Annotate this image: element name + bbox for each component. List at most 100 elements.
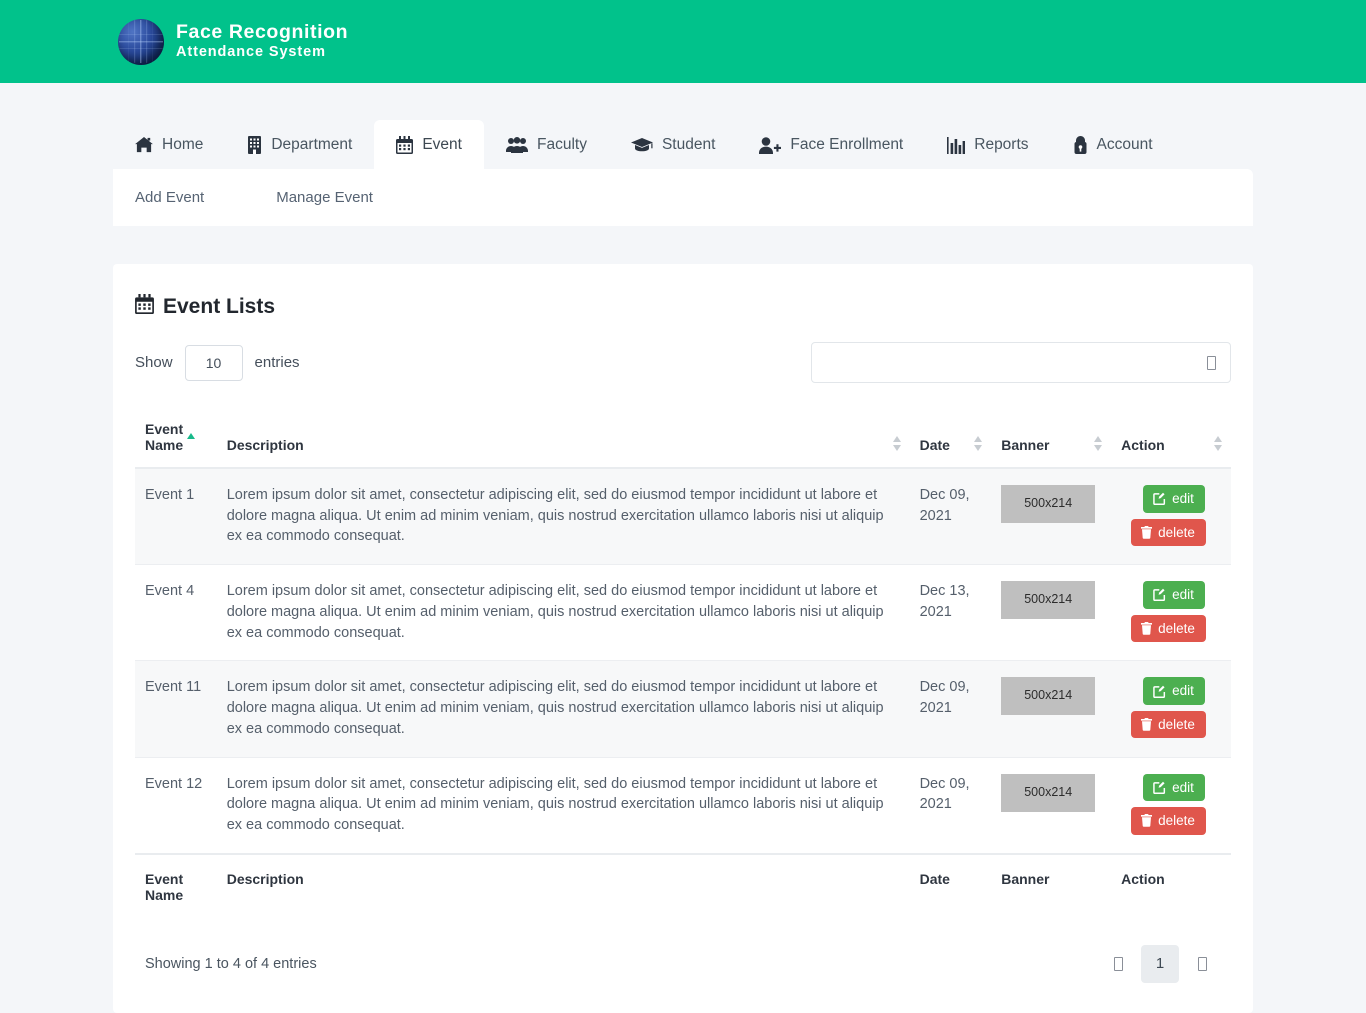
search-icon	[1207, 355, 1216, 370]
column-header-date[interactable]: Date	[909, 411, 992, 469]
tab-face-enrollment[interactable]: Face Enrollment	[737, 120, 925, 169]
brand-title: Face Recognition	[176, 21, 349, 44]
banner-placeholder: 500x214	[1001, 677, 1096, 716]
column-header-date-label: Date	[919, 437, 950, 453]
tab-department-label: Department	[271, 136, 353, 153]
cell-action: edit delete	[1111, 468, 1231, 565]
tab-event[interactable]: Event	[374, 120, 484, 169]
column-header-event-name-label: Event Name	[145, 421, 184, 453]
cell-event-name: Event 1	[145, 487, 195, 503]
pen-square-icon	[1153, 685, 1166, 698]
delete-button[interactable]: delete	[1131, 807, 1206, 835]
edit-button[interactable]: edit	[1143, 581, 1205, 609]
tab-department[interactable]: Department	[225, 120, 374, 169]
table-controls: Show entries	[135, 342, 1231, 383]
show-label: Show	[135, 354, 173, 371]
cell-event-name: Event 11	[135, 660, 217, 758]
sort-icon	[974, 436, 983, 451]
event-subnav: Add Event Manage Event	[113, 169, 1253, 226]
edit-button[interactable]: edit	[1143, 485, 1205, 513]
trash-icon	[1141, 621, 1153, 635]
tab-account[interactable]: Account	[1051, 120, 1175, 169]
page-title-label: Event Lists	[163, 295, 276, 318]
users-icon	[505, 137, 528, 153]
column-header-action-label: Action	[1121, 437, 1165, 453]
delete-button[interactable]: delete	[1131, 518, 1206, 546]
delete-button-label: delete	[1158, 813, 1195, 829]
building-icon	[247, 136, 262, 154]
sort-icon	[892, 436, 902, 451]
edit-button-label: edit	[1172, 587, 1194, 603]
event-lists-card: Event Lists Show entries Event Name	[113, 264, 1253, 1013]
table-length-control: Show entries	[135, 344, 300, 381]
chevron-right-icon	[1197, 956, 1207, 971]
footer-column-action: Action	[1111, 852, 1231, 917]
column-header-event-name[interactable]: Event Name	[135, 411, 217, 469]
calendar-icon	[135, 294, 154, 320]
table-header-row: Event Name Description Date Banner Actio…	[135, 411, 1231, 469]
edit-button[interactable]: edit	[1143, 677, 1205, 705]
sort-ascending-icon	[187, 433, 196, 448]
brand-subtitle: Attendance System	[176, 44, 326, 61]
tab-faculty-label: Faculty	[536, 136, 587, 153]
cell-banner: 500x214	[991, 468, 1111, 565]
brand-header: Face Recognition Attendance System	[0, 0, 1366, 83]
pagination-next[interactable]	[1183, 945, 1221, 983]
table-row: Event 12 Lorem ipsum dolor sit amet, con…	[135, 756, 1231, 854]
sort-icon	[1094, 436, 1103, 451]
banner-placeholder: 500x214	[1001, 773, 1096, 812]
tab-faculty[interactable]: Faculty	[484, 120, 609, 169]
sort-icon	[1214, 436, 1223, 451]
delete-button-label: delete	[1158, 620, 1195, 636]
event-table: Event Name Description Date Banner Actio…	[135, 411, 1231, 917]
delete-button[interactable]: delete	[1131, 710, 1206, 739]
search-box[interactable]	[811, 342, 1231, 383]
cell-date: Dec 09, 2021	[919, 487, 970, 524]
pagination-previous[interactable]	[1099, 945, 1137, 983]
tab-reports-label: Reports	[974, 136, 1029, 153]
tab-home[interactable]: Home	[113, 120, 225, 169]
column-header-banner[interactable]: Banner	[991, 411, 1112, 469]
banner-placeholder: 500x214	[1001, 581, 1096, 620]
chevron-left-icon	[1113, 956, 1123, 971]
column-header-description-label: Description	[226, 437, 304, 453]
entries-label: entries	[254, 354, 300, 371]
cell-description: Lorem ipsum dolor sit amet, consectetur …	[216, 564, 910, 661]
tab-home-label: Home	[162, 136, 204, 153]
brand-text: Face Recognition Attendance System	[176, 21, 349, 61]
table-row: Event 11 Lorem ipsum dolor sit amet, con…	[135, 660, 1231, 758]
table-row: Event 1 Lorem ipsum dolor sit amet, cons…	[135, 468, 1231, 565]
home-icon	[135, 137, 153, 153]
user-lock-icon	[1073, 136, 1088, 154]
edit-button[interactable]: edit	[1143, 773, 1205, 802]
delete-button[interactable]: delete	[1131, 614, 1206, 643]
edit-button-label: edit	[1172, 491, 1194, 506]
delete-button-label: delete	[1158, 716, 1195, 732]
graduation-cap-icon	[630, 137, 653, 153]
trash-icon	[1141, 525, 1153, 539]
column-header-banner-label: Banner	[1001, 437, 1050, 453]
page-title: Event Lists	[135, 294, 1231, 320]
page: Home Department Event Faculty Student Fa…	[0, 120, 1366, 1013]
banner-placeholder: 500x214	[1001, 485, 1096, 523]
search-input[interactable]	[824, 353, 1207, 372]
page-length-input[interactable]	[184, 344, 243, 381]
footer-column-date: Date	[909, 852, 992, 917]
pen-square-icon	[1153, 492, 1166, 506]
tab-reports[interactable]: Reports	[925, 120, 1050, 169]
pen-square-icon	[1153, 588, 1166, 602]
table-body: Event 1 Lorem ipsum dolor sit amet, cons…	[135, 468, 1231, 854]
cell-date: Dec 13, 2021	[909, 564, 992, 661]
pagination-page-1[interactable]: 1	[1141, 944, 1179, 983]
cell-event-name: Event 4	[135, 564, 217, 661]
column-header-description[interactable]: Description	[216, 411, 910, 469]
globe-icon	[118, 18, 164, 65]
subnav-add-event[interactable]: Add Event	[135, 189, 218, 206]
tab-student[interactable]: Student	[609, 120, 737, 169]
subnav-manage-event[interactable]: Manage Event	[276, 189, 387, 206]
cell-banner: 500x214	[991, 756, 1112, 854]
column-header-action[interactable]: Action	[1111, 411, 1231, 469]
cell-description: Lorem ipsum dolor sit amet, consectetur …	[216, 756, 910, 854]
user-plus-icon	[759, 136, 782, 154]
table-foot: Event Name Description Date Banner Actio…	[135, 852, 1231, 917]
